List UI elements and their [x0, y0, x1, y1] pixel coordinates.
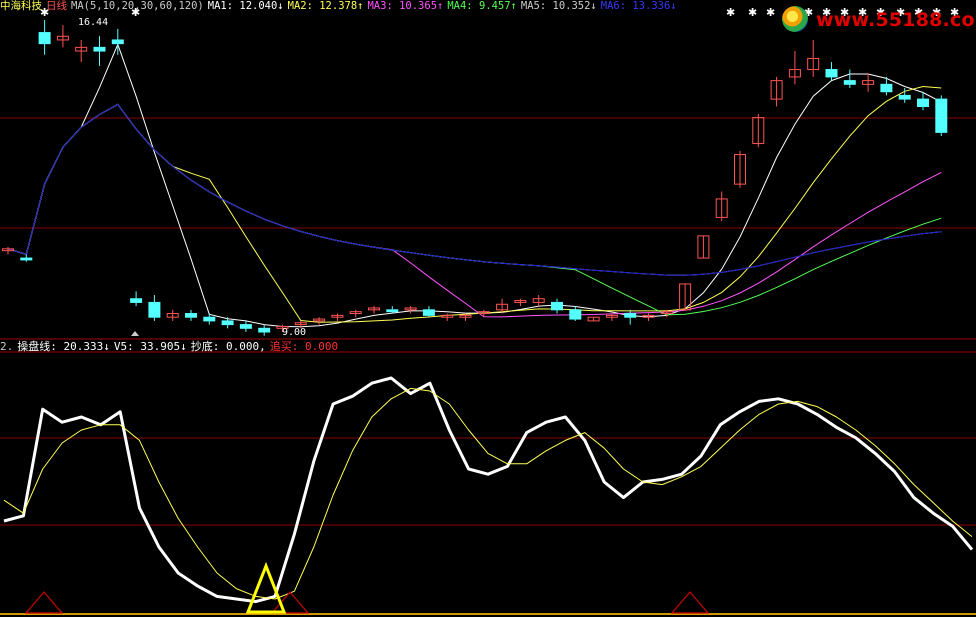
candle-down [20, 257, 33, 261]
indicator-chase: 追买: 0.000 [269, 340, 339, 353]
ma6-value: MA6: 13.336↓ [600, 0, 677, 12]
candle-down [258, 327, 271, 333]
scroll-marker-icon [131, 331, 139, 336]
event-marker-icon: ✱ [748, 6, 757, 19]
candle-down [825, 69, 838, 78]
price-panel-header: 中海科技 日线 MA(5,10,20,30,60,120) MA1: 12.040↓ M… [0, 0, 681, 12]
candle-down [624, 313, 637, 318]
signal-triangle [670, 591, 710, 614]
indicator-panel-header: 2. 操盘线: 20.333↓ V5: 33.905↓ 抄底: 0.000, 追买: 0… [0, 340, 342, 353]
event-marker-icon: ✱ [766, 6, 775, 19]
candle-down [130, 298, 143, 303]
candle-down [917, 98, 929, 108]
period-label[interactable]: 日线 [46, 0, 67, 12]
candle-down [551, 301, 563, 311]
candle-down [203, 316, 216, 322]
candle-down [185, 313, 197, 318]
signal-markers: ✱✱✱✱✱✱✱✱✱✱✱✱✱✱✱ [24, 6, 959, 614]
signal-triangle [24, 591, 64, 614]
ma-line-4 [7, 103, 942, 316]
ma4-value: MA4: 9.457↑ [447, 0, 517, 12]
ma2-value: MA2: 12.378↑ [287, 0, 364, 12]
ma-line-6 [7, 103, 942, 276]
ma-line-3 [7, 103, 942, 318]
ma3-value: MA3: 10.365↑ [367, 0, 444, 12]
event-marker-icon: ✱ [726, 6, 735, 19]
kline-chart: ✱✱✱✱✱✱✱✱✱✱✱✱✱✱✱ 16.44 9.00 [0, 6, 976, 615]
watermark-text: www.55188.com [816, 9, 976, 31]
candle-down [569, 309, 582, 320]
indicator-index: 2. [0, 340, 14, 353]
ma-line-5 [7, 103, 942, 276]
candle-down [111, 39, 124, 45]
ma-line-2 [7, 85, 942, 323]
indicator-lines [3, 376, 974, 604]
candle-down [221, 320, 234, 326]
high-price-label: 16.44 [78, 17, 108, 28]
candle-down [898, 94, 911, 100]
indicator-line1: 操盘线: 20.333↓ [17, 340, 110, 353]
ma5-value: MA5: 10.352↓ [520, 0, 597, 12]
grid-lines [0, 117, 976, 615]
logo-icon [782, 6, 808, 32]
stock-name: 中海科技 [0, 0, 42, 12]
ma1-value: MA1: 12.040↓ [207, 0, 284, 12]
low-price-label: 9.00 [282, 327, 306, 338]
candle-down [843, 80, 856, 85]
ma-line-1 [7, 43, 942, 328]
indicator-v5: V5: 33.905↓ [113, 340, 187, 353]
candle-down [239, 324, 252, 329]
candlesticks [2, 20, 948, 336]
moving-average-lines [7, 43, 942, 328]
candle-down [93, 46, 106, 52]
ma-params: MA(5,10,20,30,60,120) [71, 0, 204, 12]
indicator-bottom-fish: 抄底: 0.000, [190, 340, 266, 353]
candle-down [148, 301, 161, 318]
candle-down [38, 32, 51, 45]
candle-down [422, 309, 435, 316]
candle-down [880, 83, 893, 93]
candle-down [386, 309, 399, 313]
site-watermark: www.55188.com [778, 4, 976, 34]
candle-down [935, 98, 948, 133]
